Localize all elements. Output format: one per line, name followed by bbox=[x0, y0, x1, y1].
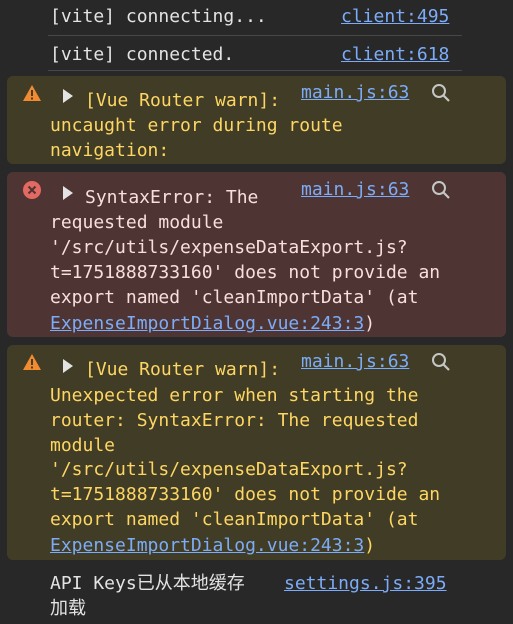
message-divider bbox=[48, 70, 462, 71]
location-link[interactable]: ExpenseImportDialog.vue:243:3 bbox=[50, 535, 364, 556]
message-line: router: SyntaxError: The requested bbox=[50, 410, 419, 431]
warning-triangle-icon bbox=[23, 85, 41, 101]
message-line: API Keys已从本地缓存 bbox=[50, 573, 245, 594]
message-line: export named 'cleanImportData' (at bbox=[50, 287, 419, 308]
warning-triangle-icon bbox=[23, 354, 41, 370]
message-location-line: ExpenseImportDialog.vue:243:3) bbox=[50, 311, 375, 336]
console-message-log: [vite] connecting... client:495 bbox=[0, 0, 513, 36]
message-line: 加载 bbox=[50, 598, 86, 619]
message-line: '/src/utils/expenseDataExport.js? bbox=[50, 459, 408, 480]
message-line: t=1751888733160' does not provide an bbox=[50, 484, 441, 505]
message-line: Unexpected error when starting the bbox=[50, 385, 419, 406]
message-line: [Vue Router warn]: bbox=[85, 90, 281, 111]
console-message-warning: [Vue Router warn]: Unexpected error when… bbox=[7, 345, 506, 560]
message-line: module bbox=[50, 435, 116, 456]
expand-triangle-icon[interactable] bbox=[62, 89, 74, 103]
message-line: uncaught error during route bbox=[50, 115, 343, 136]
source-link[interactable]: client:495 bbox=[341, 4, 449, 29]
location-link[interactable]: ExpenseImportDialog.vue:243:3 bbox=[50, 313, 364, 334]
location-close: ) bbox=[364, 313, 376, 334]
message-line: requested module bbox=[50, 212, 224, 233]
console-message-log: [vite] connected. client:618 bbox=[0, 36, 513, 72]
source-link[interactable]: main.js:63 bbox=[301, 80, 409, 105]
search-icon[interactable] bbox=[431, 180, 451, 200]
search-icon[interactable] bbox=[431, 352, 451, 372]
message-text: [vite] connected. bbox=[50, 44, 235, 65]
message-line: t=1751888733160' does not provide an bbox=[50, 262, 441, 283]
source-link[interactable]: main.js:63 bbox=[301, 349, 409, 374]
source-link[interactable]: main.js:63 bbox=[301, 177, 409, 202]
console-message-error: SyntaxError: The requested module '/src/… bbox=[7, 172, 506, 337]
expand-triangle-icon[interactable] bbox=[62, 359, 74, 373]
message-line: navigation: bbox=[50, 140, 170, 161]
search-icon[interactable] bbox=[431, 83, 451, 103]
location-close: ) bbox=[364, 535, 376, 556]
error-circle-icon bbox=[23, 181, 41, 199]
message-line: [Vue Router warn]: bbox=[85, 359, 281, 380]
expand-triangle-icon[interactable] bbox=[62, 186, 74, 200]
source-link[interactable]: settings.js:395 bbox=[284, 571, 447, 596]
console-message-warning: [Vue Router warn]: uncaught error during… bbox=[7, 76, 506, 164]
source-link[interactable]: client:618 bbox=[341, 42, 449, 67]
message-location-line: ExpenseImportDialog.vue:243:3) bbox=[50, 533, 375, 558]
console-message-log: API Keys已从本地缓存 加载 settings.js:395 bbox=[0, 566, 513, 624]
message-text: [vite] connecting... bbox=[50, 6, 267, 27]
message-line: export named 'cleanImportData' (at bbox=[50, 509, 419, 530]
message-line: '/src/utils/expenseDataExport.js? bbox=[50, 237, 408, 258]
message-line: SyntaxError: The bbox=[85, 187, 259, 208]
